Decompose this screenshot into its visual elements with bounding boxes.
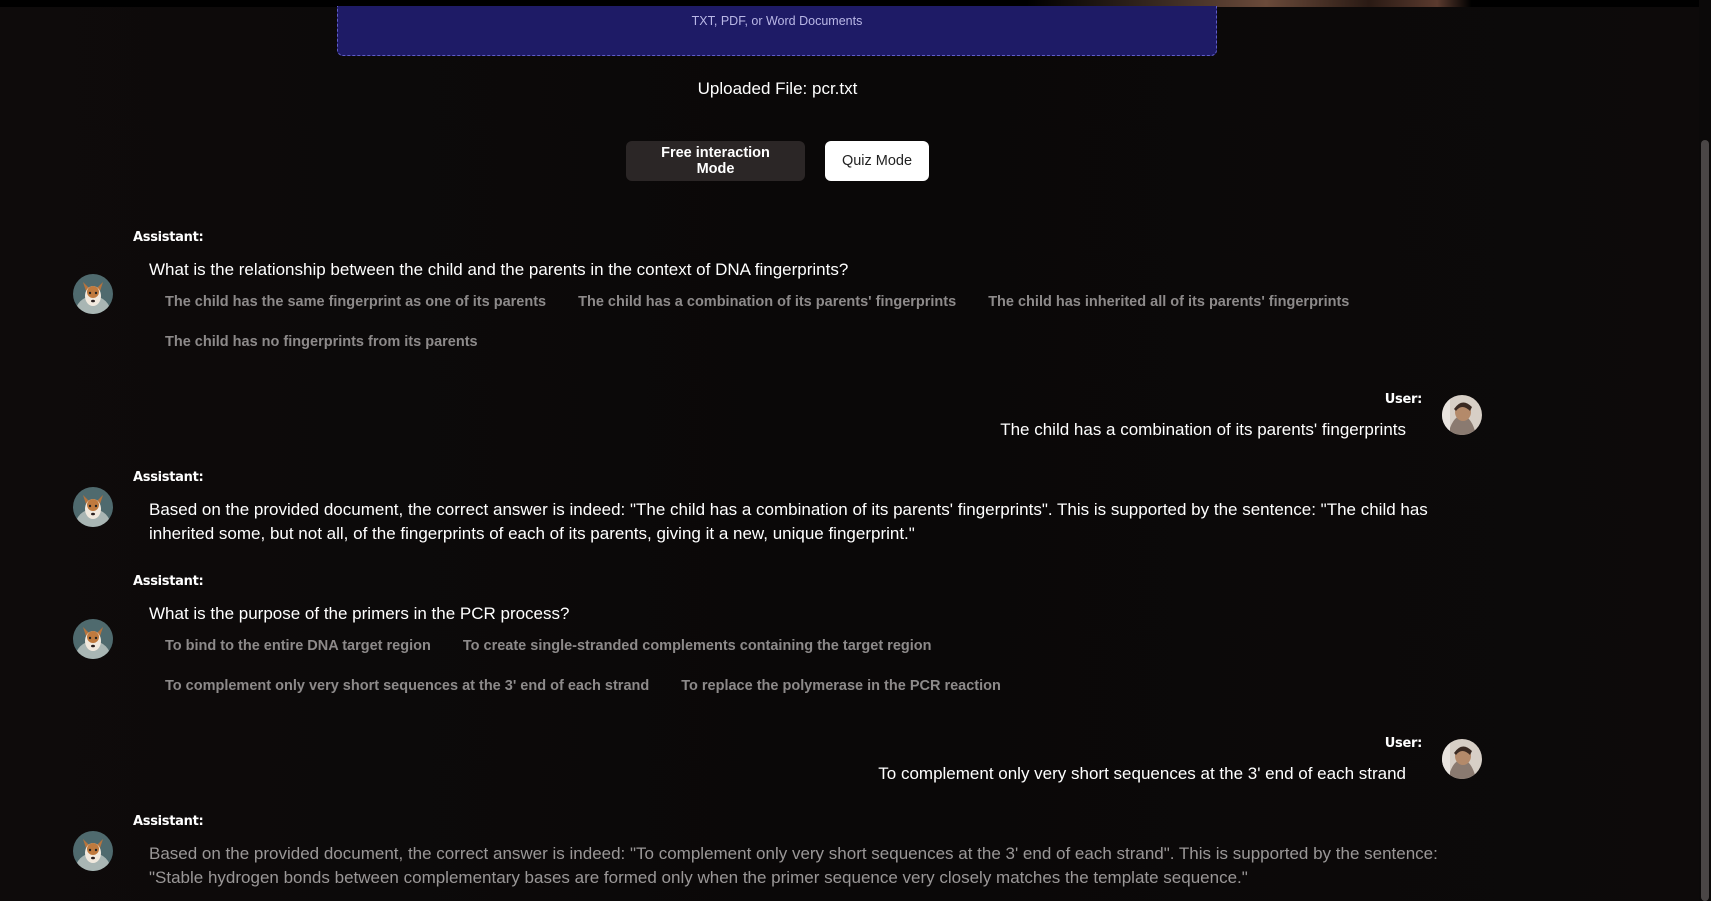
answer-option[interactable]: The child has a combination of its paren…: [562, 286, 972, 318]
assistant-question-text: What is the purpose of the primers in th…: [149, 604, 570, 623]
chat-page: TXT, PDF, or Word Documents Uploaded Fil…: [0, 0, 1711, 901]
upload-hint-text: TXT, PDF, or Word Documents: [691, 14, 863, 28]
answer-options: The child has the same fingerprint as on…: [149, 286, 1429, 358]
dog-avatar-icon: [73, 831, 113, 871]
free-interaction-mode-button[interactable]: Free interaction Mode: [626, 141, 805, 181]
scrollbar-thumb[interactable]: [1701, 140, 1709, 901]
dog-avatar-icon: [73, 274, 113, 314]
answer-option[interactable]: To replace the polymerase in the PCR rea…: [665, 670, 1017, 702]
user-photo-avatar-icon: [1442, 739, 1482, 779]
assistant-feedback-text: Based on the provided document, the corr…: [149, 844, 1438, 887]
user-role-label: User:: [1384, 736, 1423, 751]
dog-avatar-icon: [73, 619, 113, 659]
quiz-mode-button[interactable]: Quiz Mode: [825, 141, 929, 181]
user-answer-text: To complement only very short sequences …: [878, 764, 1406, 783]
answer-option[interactable]: The child has inherited all of its paren…: [972, 286, 1365, 318]
answer-option[interactable]: To create single-stranded complements co…: [447, 630, 948, 662]
answer-option[interactable]: To complement only very short sequences …: [149, 670, 665, 702]
user-photo-avatar-icon: [1442, 395, 1482, 435]
user-role-label: User:: [1384, 392, 1423, 407]
mode-switcher: Free interaction Mode Quiz Mode: [626, 141, 929, 181]
assistant-role-label: Assistant:: [133, 814, 204, 829]
answer-options: To bind to the entire DNA target region …: [149, 630, 1429, 702]
answer-option[interactable]: To bind to the entire DNA target region: [149, 630, 447, 662]
assistant-role-label: Assistant:: [133, 470, 204, 485]
assistant-question-text: What is the relationship between the chi…: [149, 260, 849, 279]
assistant-role-label: Assistant:: [133, 574, 204, 589]
answer-option[interactable]: The child has no fingerprints from its p…: [149, 326, 494, 358]
page-scrollbar[interactable]: [1699, 0, 1711, 901]
user-answer-text: The child has a combination of its paren…: [1000, 420, 1406, 439]
file-dropzone[interactable]: TXT, PDF, or Word Documents: [337, 6, 1217, 56]
answer-option[interactable]: The child has the same fingerprint as on…: [149, 286, 562, 318]
assistant-feedback-text: Based on the provided document, the corr…: [149, 500, 1428, 543]
dog-avatar-icon: [73, 487, 113, 527]
uploaded-file-label: Uploaded File: pcr.txt: [697, 79, 858, 98]
assistant-role-label: Assistant:: [133, 230, 204, 245]
